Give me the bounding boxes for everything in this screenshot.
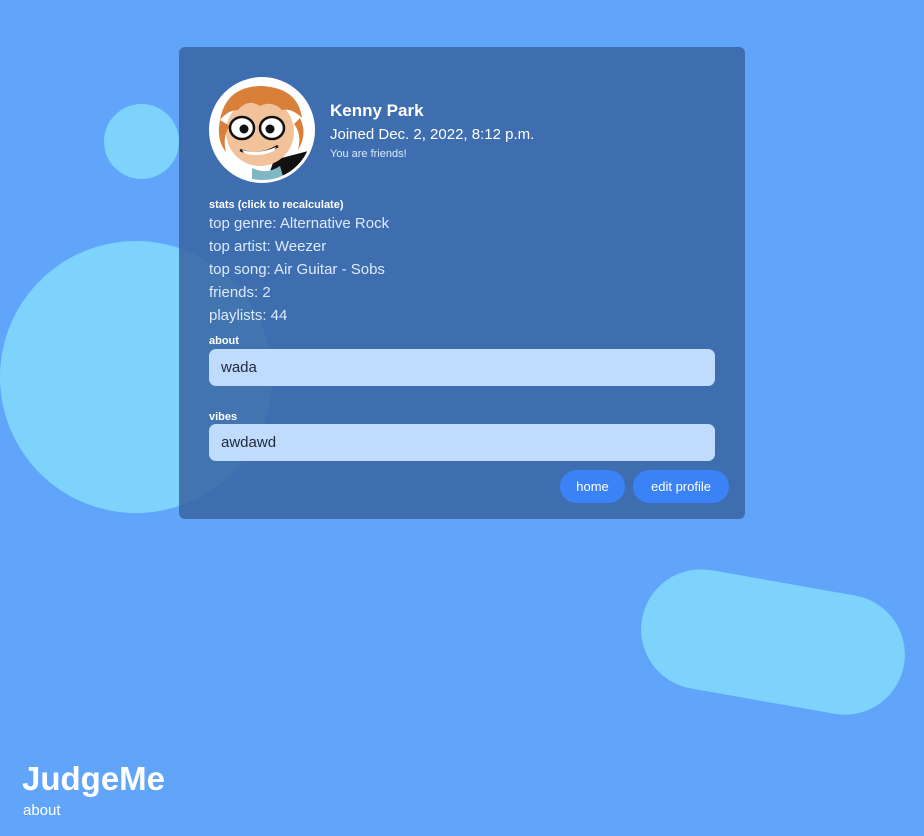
stat-playlists: playlists: 44	[209, 307, 288, 324]
stat-friends: friends: 2	[209, 284, 271, 301]
joined-date: Joined Dec. 2, 2022, 8:12 p.m.	[330, 126, 535, 143]
profile-name: Kenny Park	[330, 101, 424, 120]
decorative-circle-small	[104, 104, 179, 179]
vibes-field[interactable]	[209, 424, 715, 461]
edit-profile-button[interactable]: edit profile	[633, 470, 729, 503]
decorative-pill	[631, 559, 915, 725]
stats-recalculate-link[interactable]: stats (click to recalculate)	[209, 199, 344, 211]
stat-top-song: top song: Air Guitar - Sobs	[209, 261, 385, 278]
cartoon-avatar-icon	[209, 77, 315, 183]
vibes-label: vibes	[209, 411, 238, 423]
friend-status: You are friends!	[330, 148, 407, 160]
home-button[interactable]: home	[560, 470, 625, 503]
stat-top-genre: top genre: Alternative Rock	[209, 215, 390, 232]
about-field[interactable]	[209, 349, 715, 386]
about-label: about	[209, 335, 239, 347]
profile-card: Kenny Park Joined Dec. 2, 2022, 8:12 p.m…	[179, 47, 745, 519]
brand-logo-text[interactable]: JudgeMe	[22, 760, 165, 798]
about-link[interactable]: about	[23, 802, 61, 819]
stat-top-artist: top artist: Weezer	[209, 238, 327, 255]
